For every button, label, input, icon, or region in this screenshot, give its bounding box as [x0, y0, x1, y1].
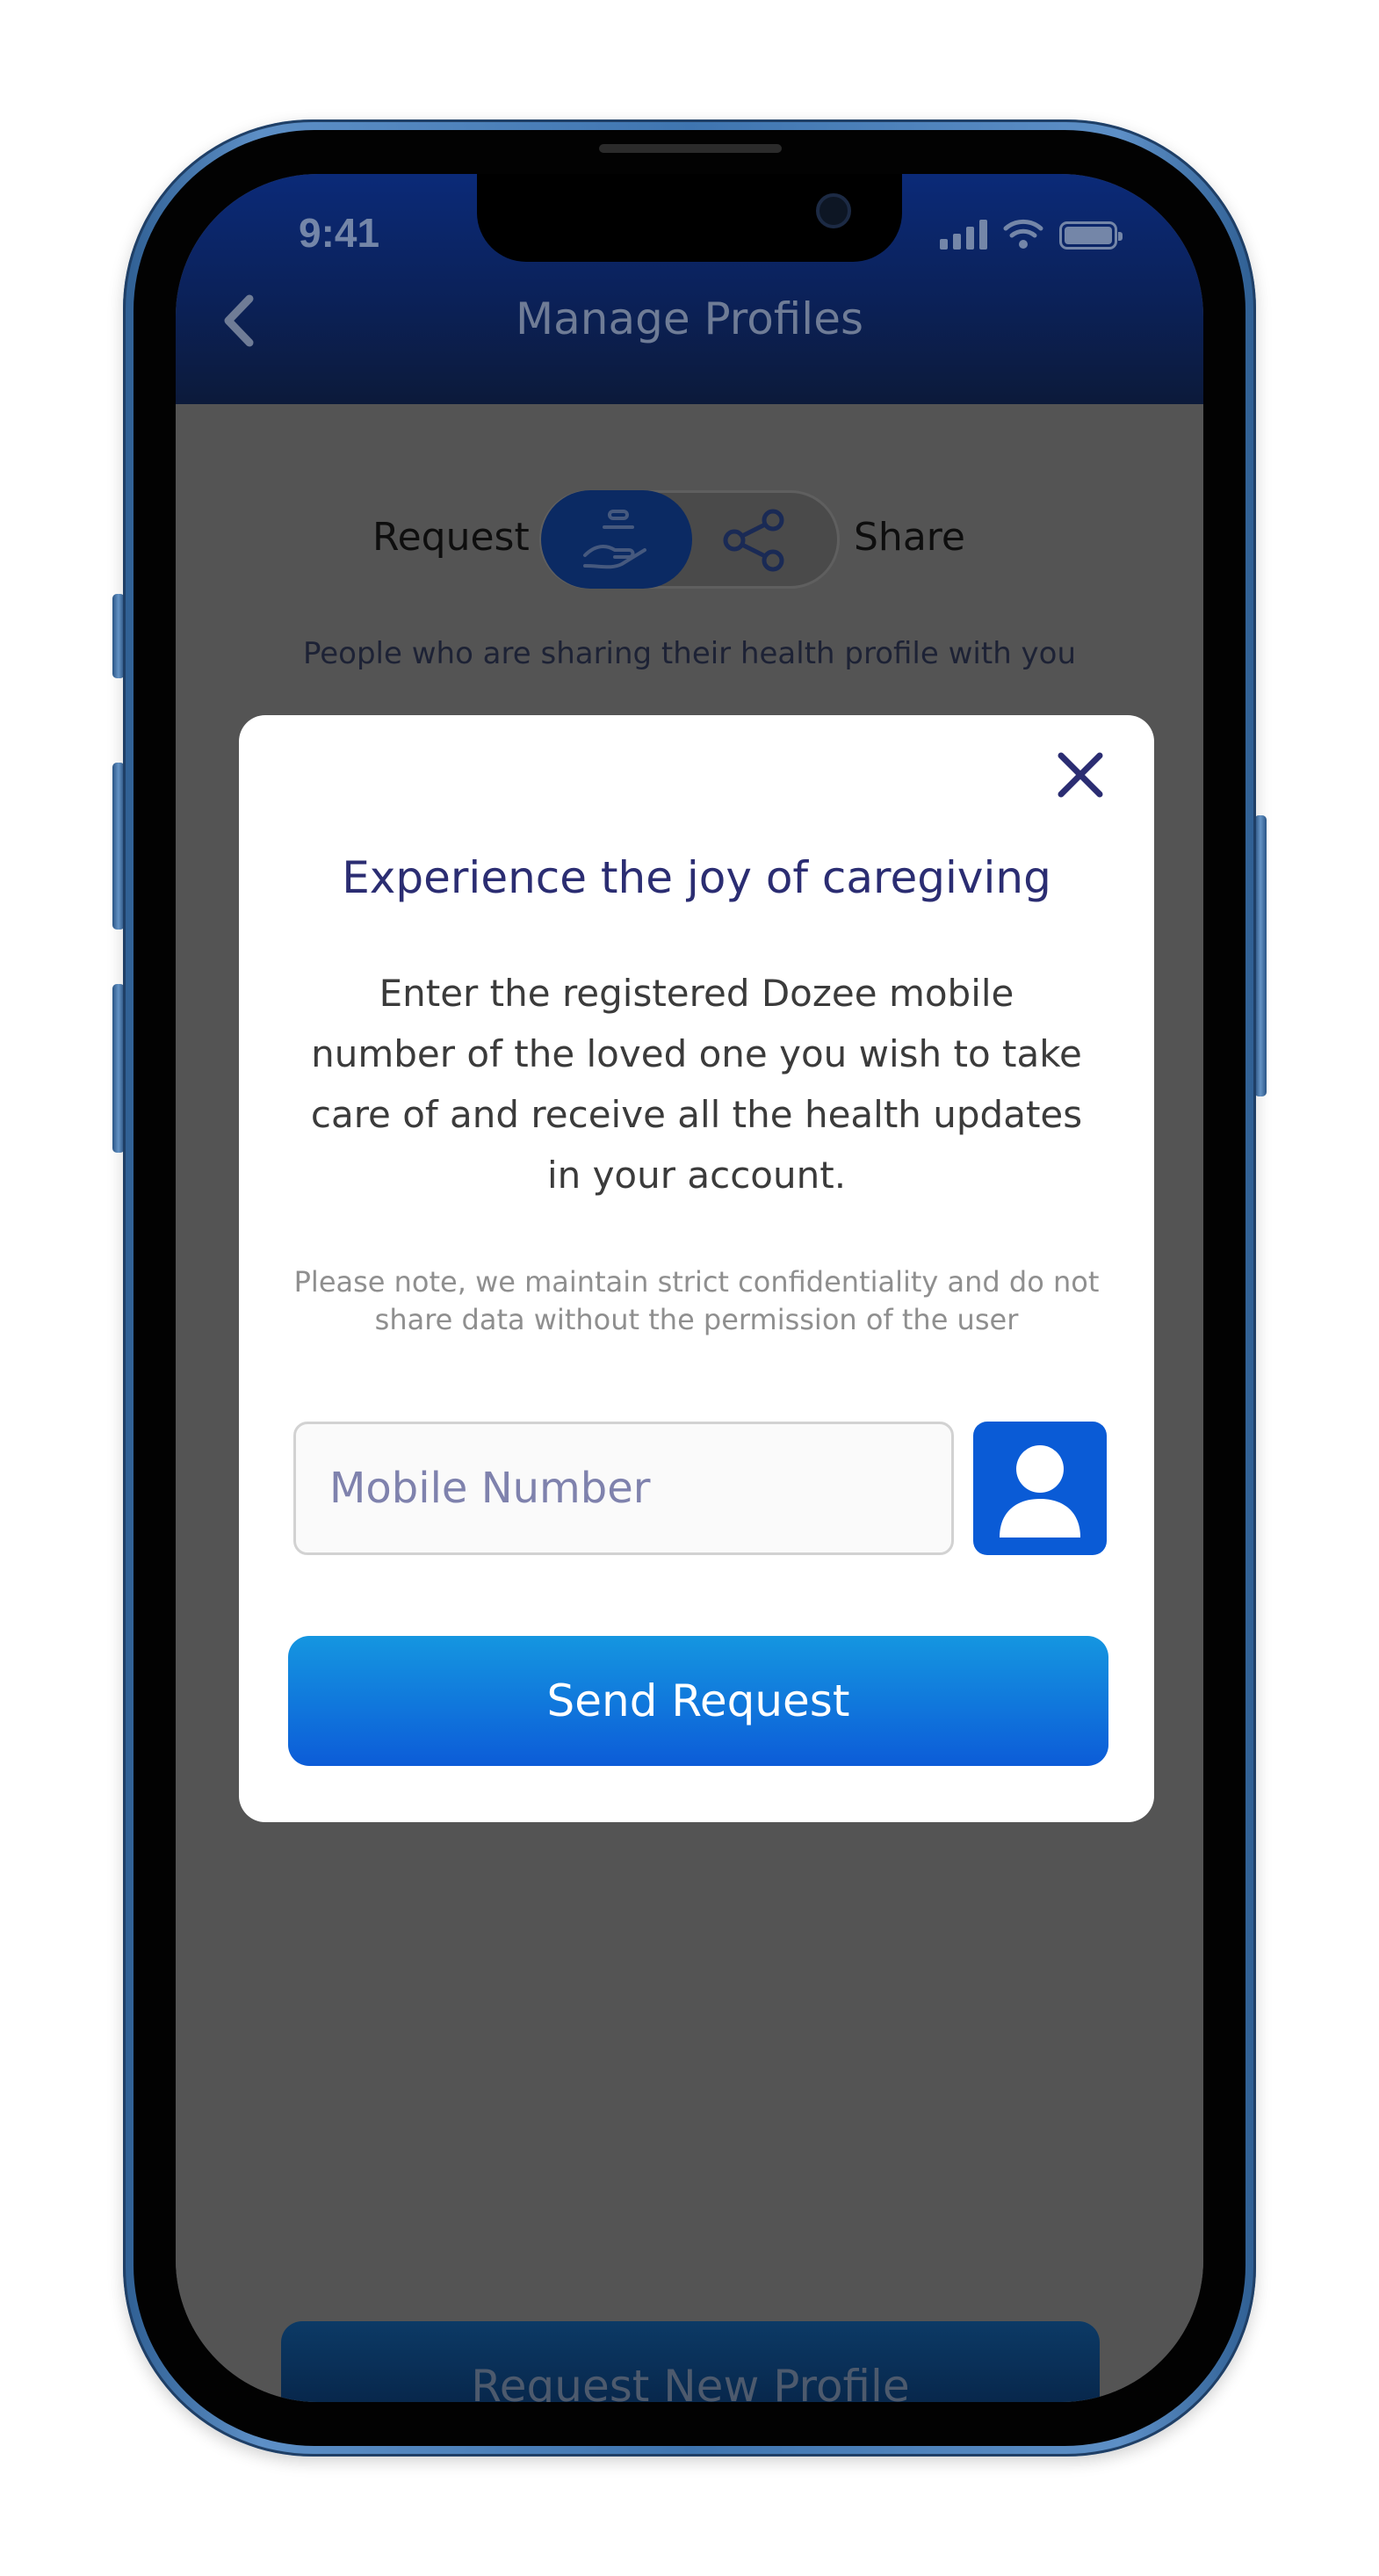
mobile-number-input[interactable] [293, 1422, 954, 1555]
app-header: 9:41 Manage Profiles [176, 174, 1203, 404]
request-modal: Experience the joy of caregiving Enter t… [239, 715, 1154, 1822]
modal-title: Experience the joy of caregiving [342, 852, 1051, 903]
request-new-profile-button[interactable]: Request New Profile [281, 2321, 1100, 2402]
status-time: 9:41 [299, 210, 380, 256]
modal-description: Enter the registered Dozee mobile number… [310, 972, 1083, 1197]
toggle-label-share[interactable]: Share [854, 515, 965, 560]
hand-giving-icon [583, 510, 646, 569]
toggle-request-option[interactable] [541, 490, 692, 589]
power-button [1254, 815, 1267, 1096]
camera-icon [816, 193, 851, 228]
speaker-slot [599, 144, 782, 153]
cellular-signal-icon [940, 220, 987, 250]
notch [477, 174, 902, 262]
phone-screen: 9:41 Manage Profiles Request Share Peopl… [176, 174, 1203, 2402]
send-request-button[interactable]: Send Request [288, 1636, 1108, 1766]
header-title: Manage Profiles [515, 293, 864, 344]
wifi-icon [1003, 219, 1043, 249]
page-subtitle: People who are sharing their health prof… [302, 636, 1077, 671]
share-icon[interactable] [722, 508, 787, 573]
close-icon[interactable] [1056, 750, 1105, 800]
confidentiality-note: Please note, we maintain strict confiden… [293, 1265, 1100, 1336]
contact-picker-button[interactable] [973, 1422, 1107, 1555]
toggle-label-request[interactable]: Request [372, 515, 530, 560]
person-icon [1000, 1445, 1080, 1538]
status-icons [940, 218, 1123, 250]
battery-icon [1059, 221, 1123, 250]
request-share-toggle: Request Share [176, 490, 1203, 589]
